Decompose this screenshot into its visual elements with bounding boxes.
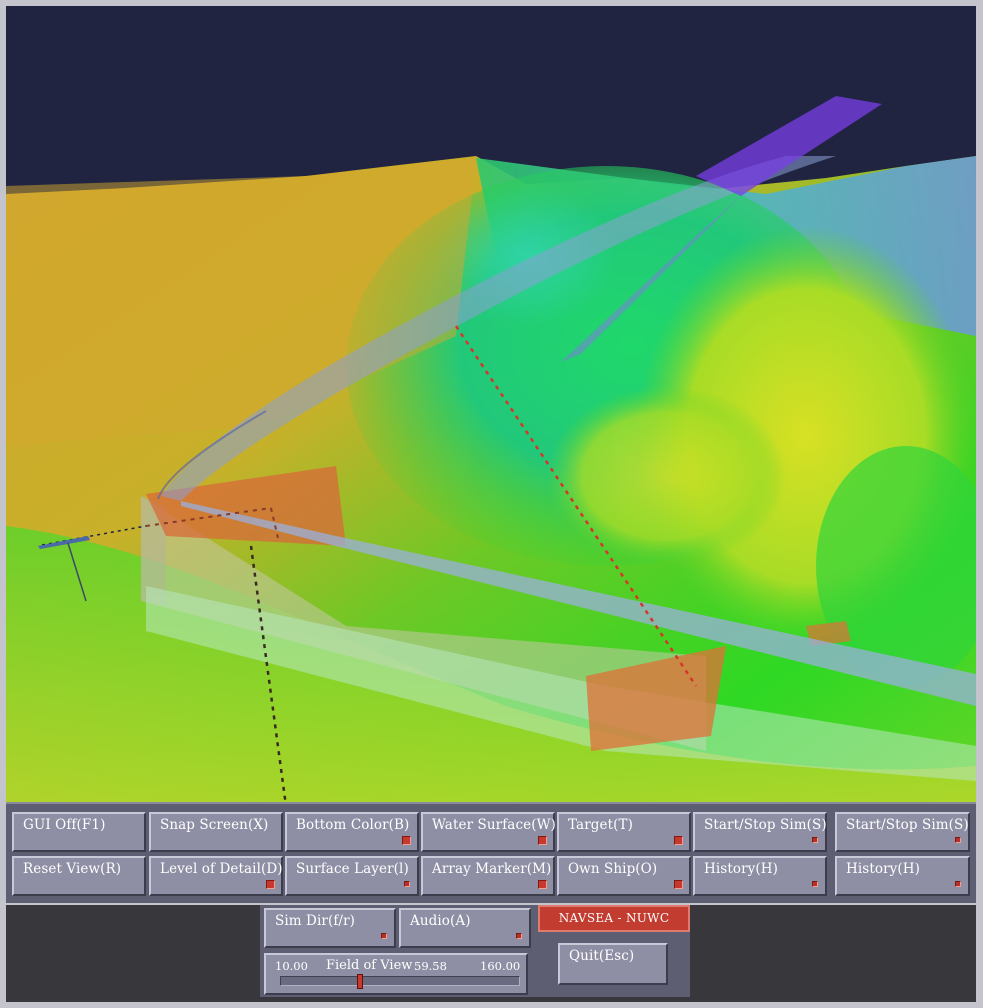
snap-screen-label: Snap Screen(X) — [160, 817, 269, 833]
bottom-color-label: Bottom Color(B) — [296, 817, 410, 833]
quit-label: Quit(Esc) — [569, 948, 635, 964]
sim-dir-label: Sim Dir(f/r) — [275, 913, 355, 929]
audio-indicator — [516, 933, 522, 939]
target-indicator — [674, 836, 683, 845]
sim-dir-button[interactable]: Sim Dir(f/r) — [264, 908, 396, 948]
array-marker-label: Array Marker(M) — [432, 861, 552, 877]
fov-min-value: 10.00 — [275, 959, 308, 973]
field-of-view-control: 10.00 Field of View 59.58 160.00 — [264, 953, 528, 995]
control-panel: GUI Off(F1) Snap Screen(X) Bottom Color(… — [6, 802, 976, 903]
surface-layer-button[interactable]: Surface Layer(l) — [285, 856, 419, 896]
start-stop-sim-indicator-2 — [955, 837, 961, 843]
snap-screen-button[interactable]: Snap Screen(X) — [149, 812, 283, 852]
start-stop-sim-button-2[interactable]: Start/Stop Sim(S) — [835, 812, 970, 852]
navsea-nuwc-banner: NAVSEA - NUWC — [538, 905, 690, 932]
quit-button[interactable]: Quit(Esc) — [558, 943, 668, 985]
bottom-color-indicator — [402, 836, 411, 845]
history-label-2: History(H) — [846, 861, 920, 877]
terrain-scene[interactable] — [6, 6, 976, 802]
own-ship-label: Own Ship(O) — [568, 861, 658, 877]
target-button[interactable]: Target(T) — [557, 812, 691, 852]
history-indicator-2 — [955, 881, 961, 887]
level-of-detail-indicator — [266, 880, 275, 889]
audio-label: Audio(A) — [410, 913, 471, 929]
surface-layer-indicator — [404, 881, 410, 887]
history-label: History(H) — [704, 861, 778, 877]
sim-dir-indicator — [381, 933, 387, 939]
reset-view-button[interactable]: Reset View(R) — [12, 856, 146, 896]
gui-off-button[interactable]: GUI Off(F1) — [12, 812, 146, 852]
start-stop-sim-indicator — [812, 837, 818, 843]
history-button-2[interactable]: History(H) — [835, 856, 970, 896]
lower-panel: Sim Dir(f/r) Audio(A) NAVSEA - NUWC Quit… — [6, 905, 976, 1002]
water-surface-label: Water Surface(W) — [432, 817, 556, 833]
surface-layer-label: Surface Layer(l) — [296, 861, 409, 877]
level-of-detail-label: Level of Detail(D) — [160, 861, 283, 877]
fov-title: Field of View — [326, 958, 413, 973]
bottom-color-button[interactable]: Bottom Color(B) — [285, 812, 419, 852]
start-stop-sim-label: Start/Stop Sim(S) — [704, 817, 827, 833]
array-marker-indicator — [538, 880, 547, 889]
water-surface-indicator — [538, 836, 547, 845]
reset-view-label: Reset View(R) — [23, 861, 122, 877]
fov-max-value: 160.00 — [480, 959, 521, 973]
history-indicator — [812, 881, 818, 887]
own-ship-indicator — [674, 880, 683, 889]
water-surface-button[interactable]: Water Surface(W) — [421, 812, 556, 852]
audio-button[interactable]: Audio(A) — [399, 908, 531, 948]
own-ship-button[interactable]: Own Ship(O) — [557, 856, 691, 896]
history-button[interactable]: History(H) — [693, 856, 827, 896]
start-stop-sim-label-2: Start/Stop Sim(S) — [846, 817, 969, 833]
fov-current-value: 59.58 — [414, 959, 447, 973]
target-label: Target(T) — [568, 817, 633, 833]
start-stop-sim-button[interactable]: Start/Stop Sim(S) — [693, 812, 827, 852]
fov-slider-track[interactable] — [280, 974, 520, 989]
array-marker-button[interactable]: Array Marker(M) — [421, 856, 555, 896]
gui-off-label: GUI Off(F1) — [23, 817, 106, 833]
3d-viewport[interactable] — [6, 6, 976, 802]
level-of-detail-button[interactable]: Level of Detail(D) — [149, 856, 283, 896]
fov-slider-thumb[interactable] — [357, 974, 363, 989]
